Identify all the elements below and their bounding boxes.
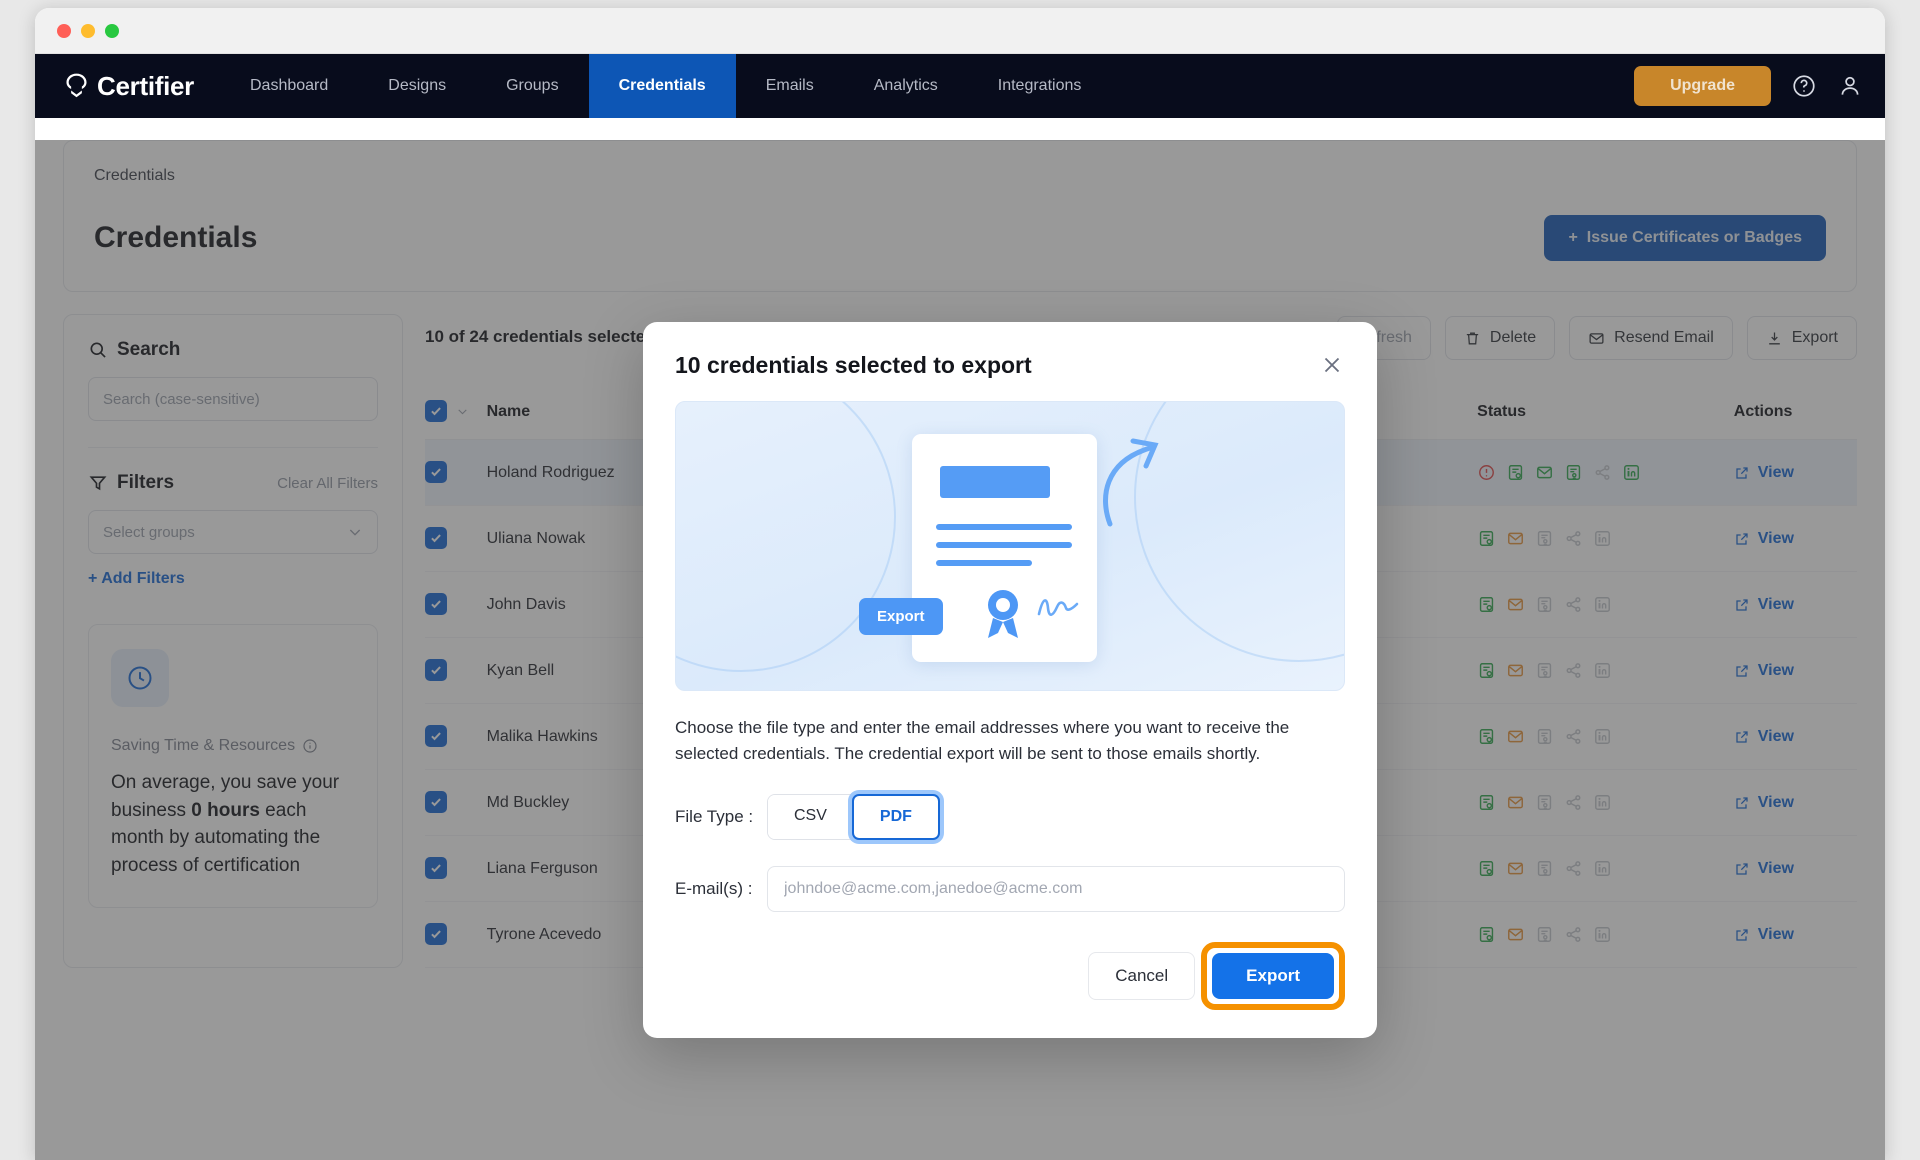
- file-type-option-pdf[interactable]: PDF: [851, 793, 940, 840]
- modal-actions: Cancel Export: [675, 941, 1345, 1010]
- export-button-highlight-ring: Export: [1201, 941, 1345, 1010]
- window-close-button[interactable]: [57, 23, 71, 38]
- curved-arrow-icon: [1103, 438, 1159, 527]
- cancel-button[interactable]: Cancel: [1088, 951, 1196, 1000]
- nav-item-emails[interactable]: Emails: [736, 54, 844, 118]
- window-titlebar: [35, 8, 1885, 54]
- award-badge-icon: [988, 590, 1018, 638]
- nav-item-credentials[interactable]: Credentials: [588, 54, 736, 118]
- nav-item-designs[interactable]: Designs: [358, 54, 476, 118]
- modal-header: 10 credentials selected to export: [675, 352, 1345, 379]
- export-modal-wrapper: 10 credentials selected to export Export…: [35, 140, 1885, 1160]
- cert-bar: [936, 560, 1032, 566]
- close-icon[interactable]: [1319, 352, 1345, 378]
- nav-item-groups[interactable]: Groups: [476, 54, 588, 118]
- cert-bar: [936, 542, 1072, 548]
- browser-window: Certifier Dashboard Designs Groups Crede…: [35, 8, 1885, 1160]
- brand-name: Certifier: [97, 70, 194, 101]
- modal-illustration: Export: [675, 401, 1345, 691]
- page-content: Credentials Credentials + Issue Certific…: [35, 140, 1885, 1160]
- window-maximize-button[interactable]: [105, 23, 119, 38]
- brand-logo-area[interactable]: Certifier: [35, 54, 220, 118]
- file-type-row: File Type : CSV PDF: [675, 793, 1345, 840]
- cert-bar: [940, 466, 1050, 498]
- export-modal: 10 credentials selected to export Export…: [643, 322, 1377, 1038]
- modal-export-button[interactable]: Export: [1212, 952, 1334, 999]
- question-mark-circle-icon[interactable]: [1791, 73, 1817, 99]
- upgrade-button[interactable]: Upgrade: [1634, 66, 1771, 106]
- window-minimize-button[interactable]: [81, 23, 95, 38]
- email-row: E-mail(s) :: [675, 865, 1345, 912]
- user-icon[interactable]: [1837, 73, 1863, 99]
- nav-items: Dashboard Designs Groups Credentials Ema…: [220, 54, 1111, 118]
- nav-right-actions: Upgrade: [1634, 54, 1863, 118]
- email-input[interactable]: [767, 865, 1345, 912]
- cert-bar: [936, 524, 1072, 530]
- modal-title: 10 credentials selected to export: [675, 352, 1032, 378]
- nav-item-analytics[interactable]: Analytics: [844, 54, 968, 118]
- export-chip-label: Export: [859, 598, 943, 635]
- modal-description: Choose the file type and enter the email…: [675, 718, 1290, 764]
- certifier-logo-icon: [66, 73, 87, 97]
- file-type-segmented-control: CSV PDF: [767, 793, 940, 840]
- signature-icon: [1037, 599, 1079, 616]
- file-type-option-csv[interactable]: CSV: [768, 794, 853, 839]
- file-type-label: File Type :: [675, 806, 754, 826]
- email-label: E-mail(s) :: [675, 878, 753, 898]
- top-navigation-bar: Certifier Dashboard Designs Groups Crede…: [35, 54, 1885, 118]
- nav-item-integrations[interactable]: Integrations: [968, 54, 1112, 118]
- nav-item-dashboard[interactable]: Dashboard: [220, 54, 358, 118]
